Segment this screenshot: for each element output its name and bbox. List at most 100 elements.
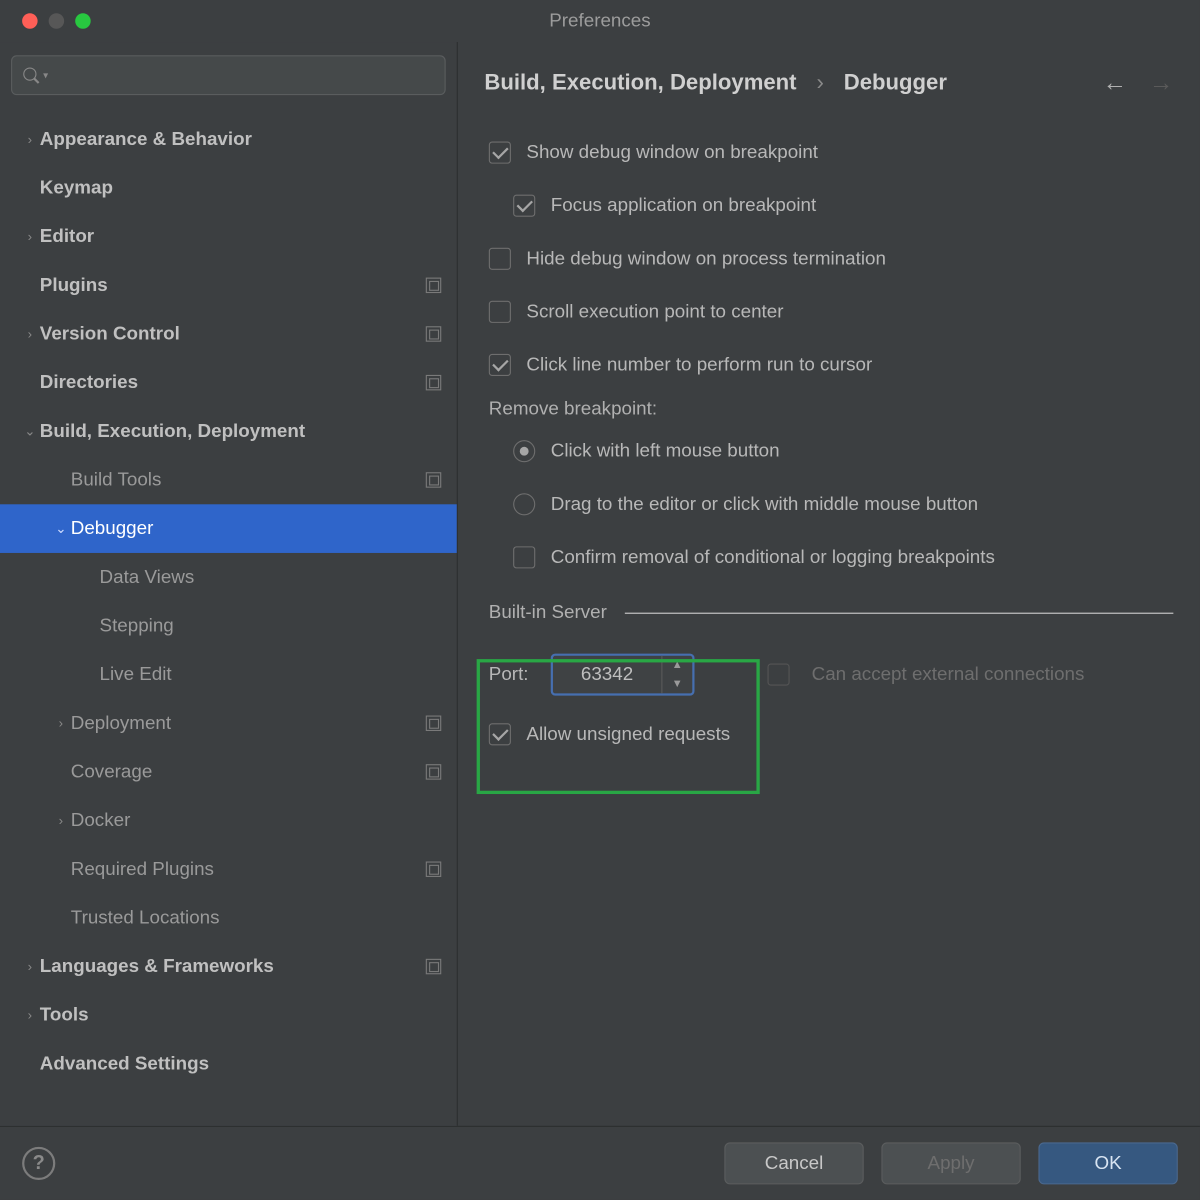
preferences-sidebar: ▾ ›Appearance & Behavior›Keymap›Editor›P…: [0, 42, 458, 1126]
chevron-right-icon: ›: [20, 959, 40, 974]
window-title: Preferences: [549, 10, 650, 32]
label-radio-drag-middle: Drag to the editor or click with middle …: [551, 493, 978, 515]
sidebar-item-stepping[interactable]: ›Stepping: [0, 602, 457, 651]
sidebar-item-appearance-behavior[interactable]: ›Appearance & Behavior: [0, 115, 457, 164]
sidebar-item-tools[interactable]: ›Tools: [0, 991, 457, 1040]
chevron-down-icon: ▾: [43, 69, 48, 81]
search-icon: [23, 67, 38, 82]
chevron-down-icon: ⌄: [20, 424, 40, 439]
project-scope-icon: [426, 472, 441, 487]
sidebar-item-label: Version Control: [40, 323, 180, 345]
sidebar-item-label: Keymap: [40, 177, 113, 199]
label-radio-click-left: Click with left mouse button: [551, 440, 780, 462]
project-scope-icon: [426, 278, 441, 293]
nav-back-icon[interactable]: ←: [1103, 69, 1127, 98]
breadcrumb-separator: ›: [816, 70, 823, 95]
chevron-right-icon: ›: [20, 326, 40, 341]
sidebar-item-label: Deployment: [71, 712, 171, 734]
sidebar-item-label: Live Edit: [100, 664, 172, 686]
checkbox-click-line-number[interactable]: [489, 354, 511, 376]
label-focus-application: Focus application on breakpoint: [551, 195, 816, 217]
chevron-right-icon: ›: [51, 813, 71, 828]
sidebar-item-label: Trusted Locations: [71, 907, 220, 929]
checkbox-allow-unsigned[interactable]: [489, 723, 511, 745]
sidebar-item-data-views[interactable]: ›Data Views: [0, 553, 457, 602]
ok-button[interactable]: OK: [1038, 1142, 1177, 1184]
sidebar-item-label: Tools: [40, 1004, 89, 1026]
search-input[interactable]: ▾: [11, 55, 446, 95]
project-scope-icon: [426, 326, 441, 341]
cancel-button[interactable]: Cancel: [724, 1142, 863, 1184]
sidebar-item-version-control[interactable]: ›Version Control: [0, 310, 457, 359]
help-button[interactable]: ?: [22, 1146, 55, 1179]
radio-click-left[interactable]: [513, 440, 535, 462]
sidebar-item-label: Docker: [71, 810, 131, 832]
breadcrumb-parent[interactable]: Build, Execution, Deployment: [484, 70, 796, 95]
port-stepper[interactable]: ▲▼: [661, 656, 692, 694]
minimize-window-icon[interactable]: [49, 13, 64, 28]
checkbox-scroll-center[interactable]: [489, 301, 511, 323]
checkbox-hide-debug-window[interactable]: [489, 248, 511, 270]
sidebar-item-label: Coverage: [71, 761, 153, 783]
sidebar-item-plugins[interactable]: ›Plugins: [0, 261, 457, 310]
close-window-icon[interactable]: [22, 13, 37, 28]
breadcrumb-current: Debugger: [844, 70, 947, 95]
settings-tree: ›Appearance & Behavior›Keymap›Editor›Plu…: [0, 104, 457, 1126]
sidebar-item-required-plugins[interactable]: ›Required Plugins: [0, 845, 457, 894]
sidebar-item-label: Plugins: [40, 274, 108, 296]
sidebar-item-coverage[interactable]: ›Coverage: [0, 748, 457, 797]
checkbox-confirm-removal[interactable]: [513, 546, 535, 568]
project-scope-icon: [426, 959, 441, 974]
port-input[interactable]: [553, 656, 661, 694]
label-scroll-center: Scroll execution point to center: [526, 301, 783, 323]
project-scope-icon: [426, 375, 441, 390]
checkbox-focus-application[interactable]: [513, 195, 535, 217]
titlebar: Preferences: [0, 0, 1200, 42]
chevron-right-icon: ›: [20, 229, 40, 244]
breadcrumb-nav: ← →: [1103, 69, 1174, 98]
remove-breakpoint-label: Remove breakpoint:: [489, 398, 1174, 420]
label-show-debug-window: Show debug window on breakpoint: [526, 142, 818, 164]
sidebar-item-docker[interactable]: ›Docker: [0, 796, 457, 845]
label-confirm-removal: Confirm removal of conditional or loggin…: [551, 546, 995, 568]
zoom-window-icon[interactable]: [75, 13, 90, 28]
chevron-right-icon: ›: [20, 1007, 40, 1022]
sidebar-item-languages-frameworks[interactable]: ›Languages & Frameworks: [0, 942, 457, 991]
stepper-down-icon[interactable]: ▼: [662, 675, 692, 694]
chevron-right-icon: ›: [51, 716, 71, 731]
sidebar-item-directories[interactable]: ›Directories: [0, 358, 457, 407]
label-click-line-number: Click line number to perform run to curs…: [526, 354, 872, 376]
sidebar-item-build-execution-deployment[interactable]: ⌄Build, Execution, Deployment: [0, 407, 457, 456]
sidebar-item-label: Build, Execution, Deployment: [40, 420, 305, 442]
sidebar-item-label: Editor: [40, 226, 94, 248]
sidebar-item-advanced-settings[interactable]: ›Advanced Settings: [0, 1040, 457, 1089]
sidebar-item-label: Build Tools: [71, 469, 162, 491]
section-divider: [625, 612, 1174, 613]
sidebar-item-debugger[interactable]: ⌄Debugger: [0, 504, 457, 553]
sidebar-item-editor[interactable]: ›Editor: [0, 212, 457, 261]
project-scope-icon: [426, 716, 441, 731]
dialog-footer: ? Cancel Apply OK: [0, 1126, 1200, 1199]
sidebar-item-label: Advanced Settings: [40, 1053, 209, 1075]
nav-forward-icon: →: [1149, 69, 1173, 98]
sidebar-item-trusted-locations[interactable]: ›Trusted Locations: [0, 894, 457, 943]
apply-button: Apply: [881, 1142, 1020, 1184]
sidebar-item-label: Languages & Frameworks: [40, 955, 274, 977]
port-label: Port:: [489, 664, 529, 686]
chevron-right-icon: ›: [20, 132, 40, 147]
sidebar-item-label: Stepping: [100, 615, 174, 637]
sidebar-item-label: Directories: [40, 372, 138, 394]
window-controls: [0, 13, 91, 28]
sidebar-item-keymap[interactable]: ›Keymap: [0, 164, 457, 213]
label-hide-debug-window: Hide debug window on process termination: [526, 248, 886, 270]
stepper-up-icon[interactable]: ▲: [662, 656, 692, 675]
radio-drag-middle[interactable]: [513, 493, 535, 515]
preferences-content: Build, Execution, Deployment › Debugger …: [458, 42, 1200, 1126]
sidebar-item-live-edit[interactable]: ›Live Edit: [0, 650, 457, 699]
checkbox-show-debug-window[interactable]: [489, 142, 511, 164]
sidebar-item-deployment[interactable]: ›Deployment: [0, 699, 457, 748]
sidebar-item-build-tools[interactable]: ›Build Tools: [0, 456, 457, 505]
sidebar-item-label: Data Views: [100, 566, 195, 588]
label-allow-unsigned: Allow unsigned requests: [526, 723, 730, 745]
port-spinner[interactable]: ▲▼: [551, 654, 695, 696]
